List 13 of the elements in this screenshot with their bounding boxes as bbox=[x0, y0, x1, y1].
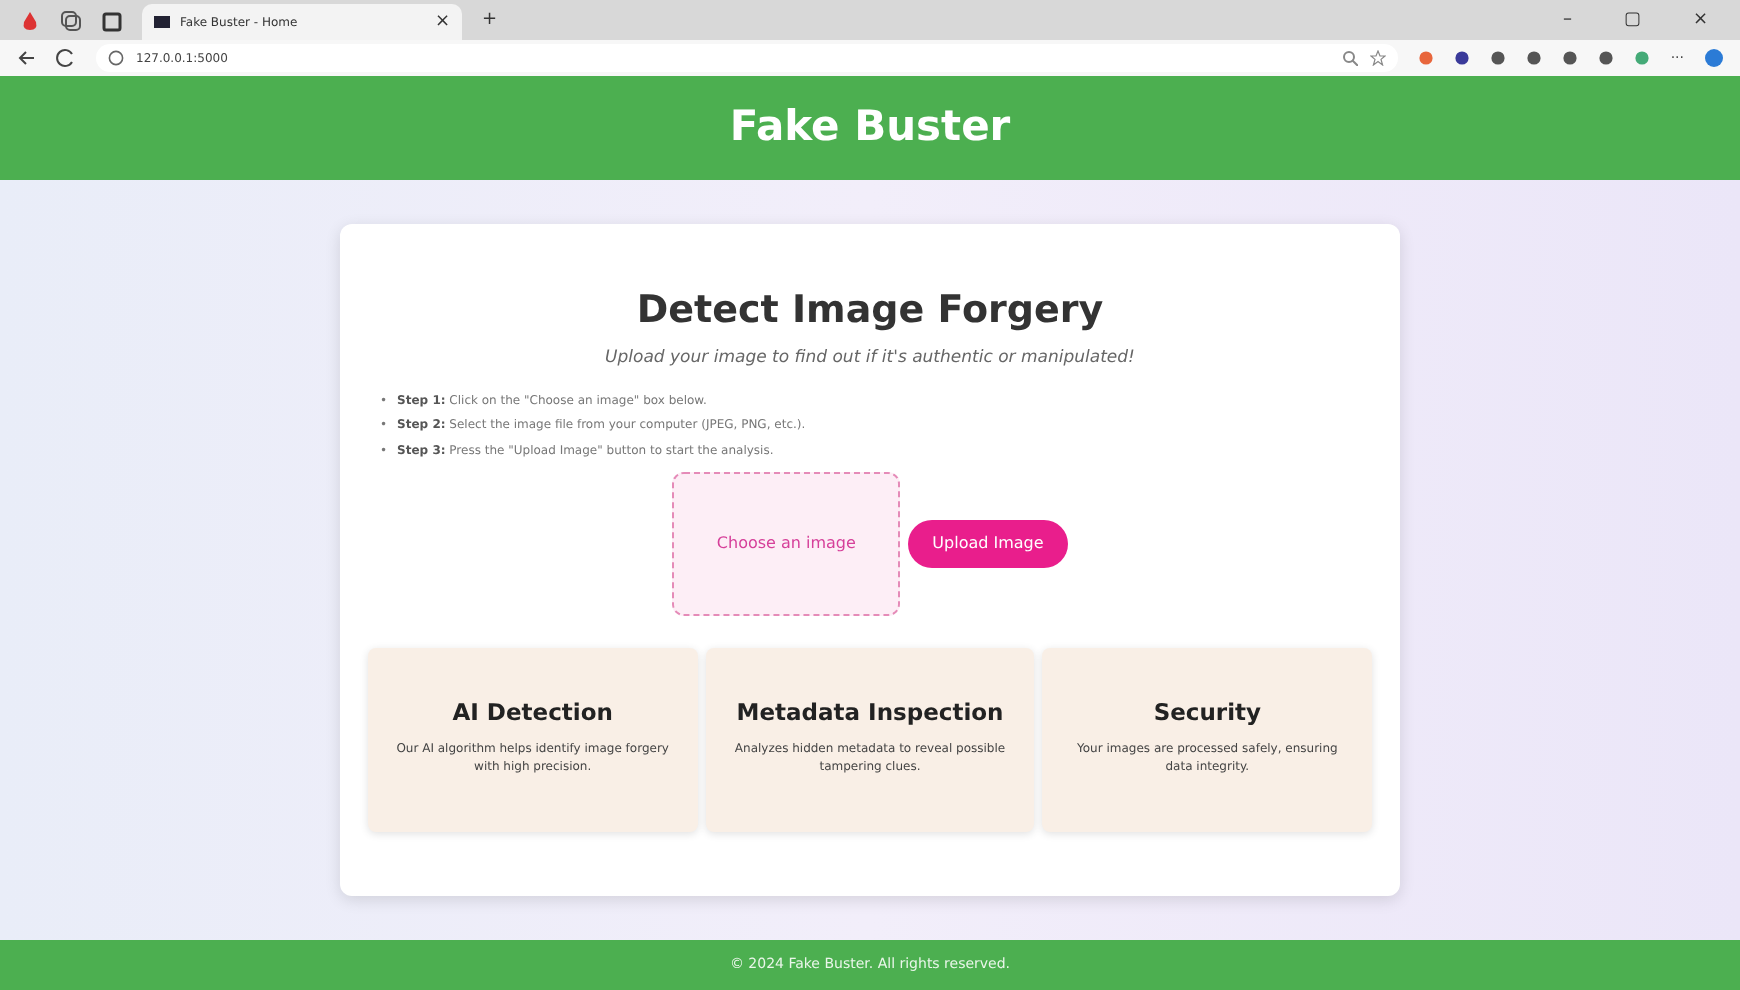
site-title: Fake Buster bbox=[729, 102, 1011, 154]
new-tab-button[interactable]: + bbox=[482, 11, 498, 29]
subtitle: Upload your image to find out if it's authentic or manipulated! bbox=[603, 345, 1137, 372]
feature-title: Security bbox=[1151, 700, 1264, 729]
tab-close-button[interactable]: × bbox=[434, 13, 450, 31]
window-control-button[interactable]: × bbox=[1692, 11, 1708, 29]
file-drop-zone[interactable]: Choose an image bbox=[672, 472, 901, 617]
page-heading: Detect Image Forgery bbox=[634, 288, 1106, 334]
window-control-button[interactable]: – bbox=[1562, 11, 1572, 29]
feature-title: AI Detection bbox=[450, 700, 615, 729]
window-control-button[interactable]: ▢ bbox=[1623, 11, 1641, 29]
feature-title: Metadata Inspection bbox=[734, 700, 1006, 729]
upload-button[interactable]: Upload Image bbox=[908, 520, 1068, 569]
